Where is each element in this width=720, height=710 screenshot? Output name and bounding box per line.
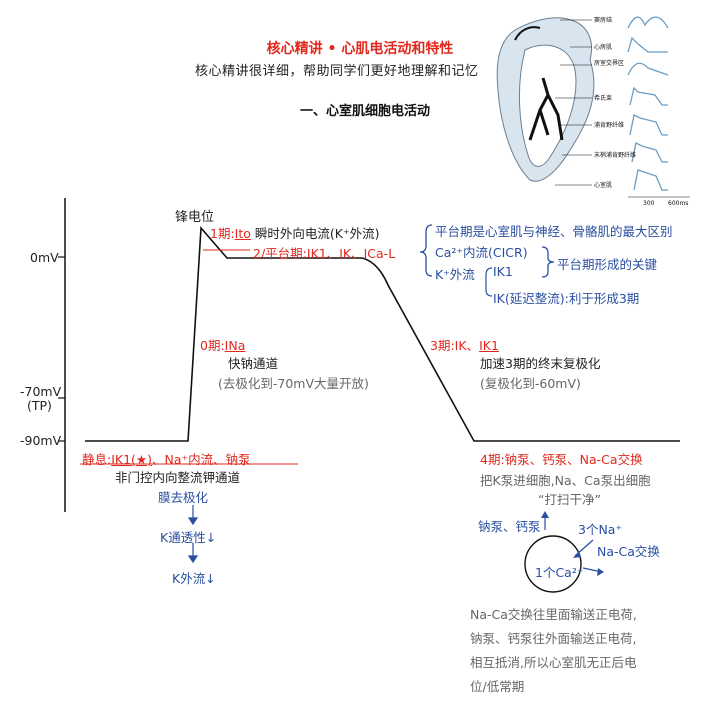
plateau-ik1-note: IK1 <box>493 264 513 279</box>
rest-label: 静息: <box>82 452 112 467</box>
formation-bracket <box>541 246 555 278</box>
ca-arrowhead <box>597 568 604 576</box>
heart-label-sa-node: 窦房结 <box>594 16 612 24</box>
rest-channel: IK1(★) <box>111 452 153 467</box>
heart-label-av-junction: 房室交界区 <box>594 59 624 67</box>
cell-na-label: 3个Na⁺ <box>578 522 623 537</box>
cell-ca-label: 1个Ca²⁺ <box>535 565 584 580</box>
heart-tick-600: 600ms <box>668 200 688 207</box>
phase4-desc1: 把K泵进细胞,Na、Ca泵出细胞 <box>480 473 651 488</box>
cell-pumps-label: 钠泵、钙泵 <box>478 519 541 534</box>
phase3-desc: 加速3期的终末复极化 <box>480 356 601 371</box>
conclusion-line4: 位/低常期 <box>470 679 525 694</box>
phase2-channels: IK1、IK、ICa-L <box>306 246 396 261</box>
k-efflux-bracket <box>485 267 493 297</box>
heart-label-his-bundle: 希氏束 <box>594 94 612 102</box>
phase3-name: 3期:IK、 <box>430 338 480 353</box>
phase4-label: 4期:钠泵、钙泵、Na-Ca交换 <box>480 452 643 467</box>
heart-label-ventricular-muscle: 心室肌 <box>594 181 612 189</box>
phase0-name: 0期: <box>200 338 225 353</box>
conclusion-line3: 相互抵消,所以心室肌无正后电 <box>470 655 637 670</box>
rest-line2: 膜去极化 <box>158 490 209 505</box>
phase3-annotation: 3期:IK、IK1 <box>430 335 499 354</box>
heart-label-atrial-muscle: 心房肌 <box>594 43 612 51</box>
phase1-annotation: 1期:Ito 瞬时外向电流(K⁺外流) <box>210 223 379 242</box>
heart-label-purkinje: 浦肯野纤维 <box>594 121 624 129</box>
phase2-annotation: 2/平台期:IK1、IK、ICa-L <box>253 243 395 262</box>
phase2-name: 2/平台期: <box>253 246 307 261</box>
plateau-k-note: K⁺外流 <box>435 267 475 282</box>
rest-state-label: 静息:IK1(★)、Na⁺内流、钠泵 <box>82 449 251 468</box>
cell-exchange-label: Na-Ca交换 <box>597 544 660 559</box>
heart-illustration: 窦房结 心房肌 房室交界区 希氏束 浦肯野纤维 末梢浦肯野纤维 心室肌 300 … <box>496 16 690 207</box>
phase0-note: (去极化到-70mV大量开放) <box>218 376 369 391</box>
phase3-note: (复极化到-60mV) <box>480 376 581 391</box>
phase1-channel: Ito <box>234 226 251 241</box>
heart-tick-300: 300 <box>643 200 655 207</box>
phase3-channel: IK1 <box>479 338 499 353</box>
phase0-annotation: 0期:INa <box>200 335 245 354</box>
axis-label-70mv: -70mV <box>20 384 62 399</box>
pump-arrowhead <box>541 511 549 518</box>
heart-label-terminal-purkinje: 末梢浦肯野纤维 <box>594 151 636 159</box>
plateau-bracket <box>419 224 433 277</box>
phase4-desc2: “打扫干净” <box>538 492 601 507</box>
rest-label-rest: 、Na⁺内流、钠泵 <box>152 452 251 467</box>
axis-label-90mv: -90mV <box>20 433 62 448</box>
plateau-ik-note: IK(延迟整流):利于形成3期 <box>493 291 640 306</box>
axis-label-tp: (TP) <box>27 398 52 413</box>
phase1-name: 1期: <box>210 226 235 241</box>
conclusion-line1: Na-Ca交换往里面输送正电荷, <box>470 607 637 622</box>
rest-line4: K外流↓ <box>172 571 216 586</box>
axis-label-0mv: 0mV <box>30 250 59 265</box>
phase1-desc: 瞬时外向电流(K⁺外流) <box>254 226 380 241</box>
phase0-channel: INa <box>224 338 246 353</box>
rest-line3: K通透性↓ <box>160 530 217 545</box>
plateau-formation-note: 平台期形成的关键 <box>557 257 658 272</box>
plateau-key-note: 平台期是心室肌与神经、骨骼肌的最大区别 <box>435 224 673 239</box>
phase0-desc: 快钠通道 <box>228 356 279 371</box>
rest-line1: 非门控内向整流钾通道 <box>115 470 241 485</box>
plateau-ca-note: Ca²⁺内流(CICR) <box>435 245 528 260</box>
conclusion-line2: 钠泵、钙泵往外面输送正电荷, <box>470 631 637 646</box>
peak-potential-label: 锋电位 <box>175 210 215 225</box>
